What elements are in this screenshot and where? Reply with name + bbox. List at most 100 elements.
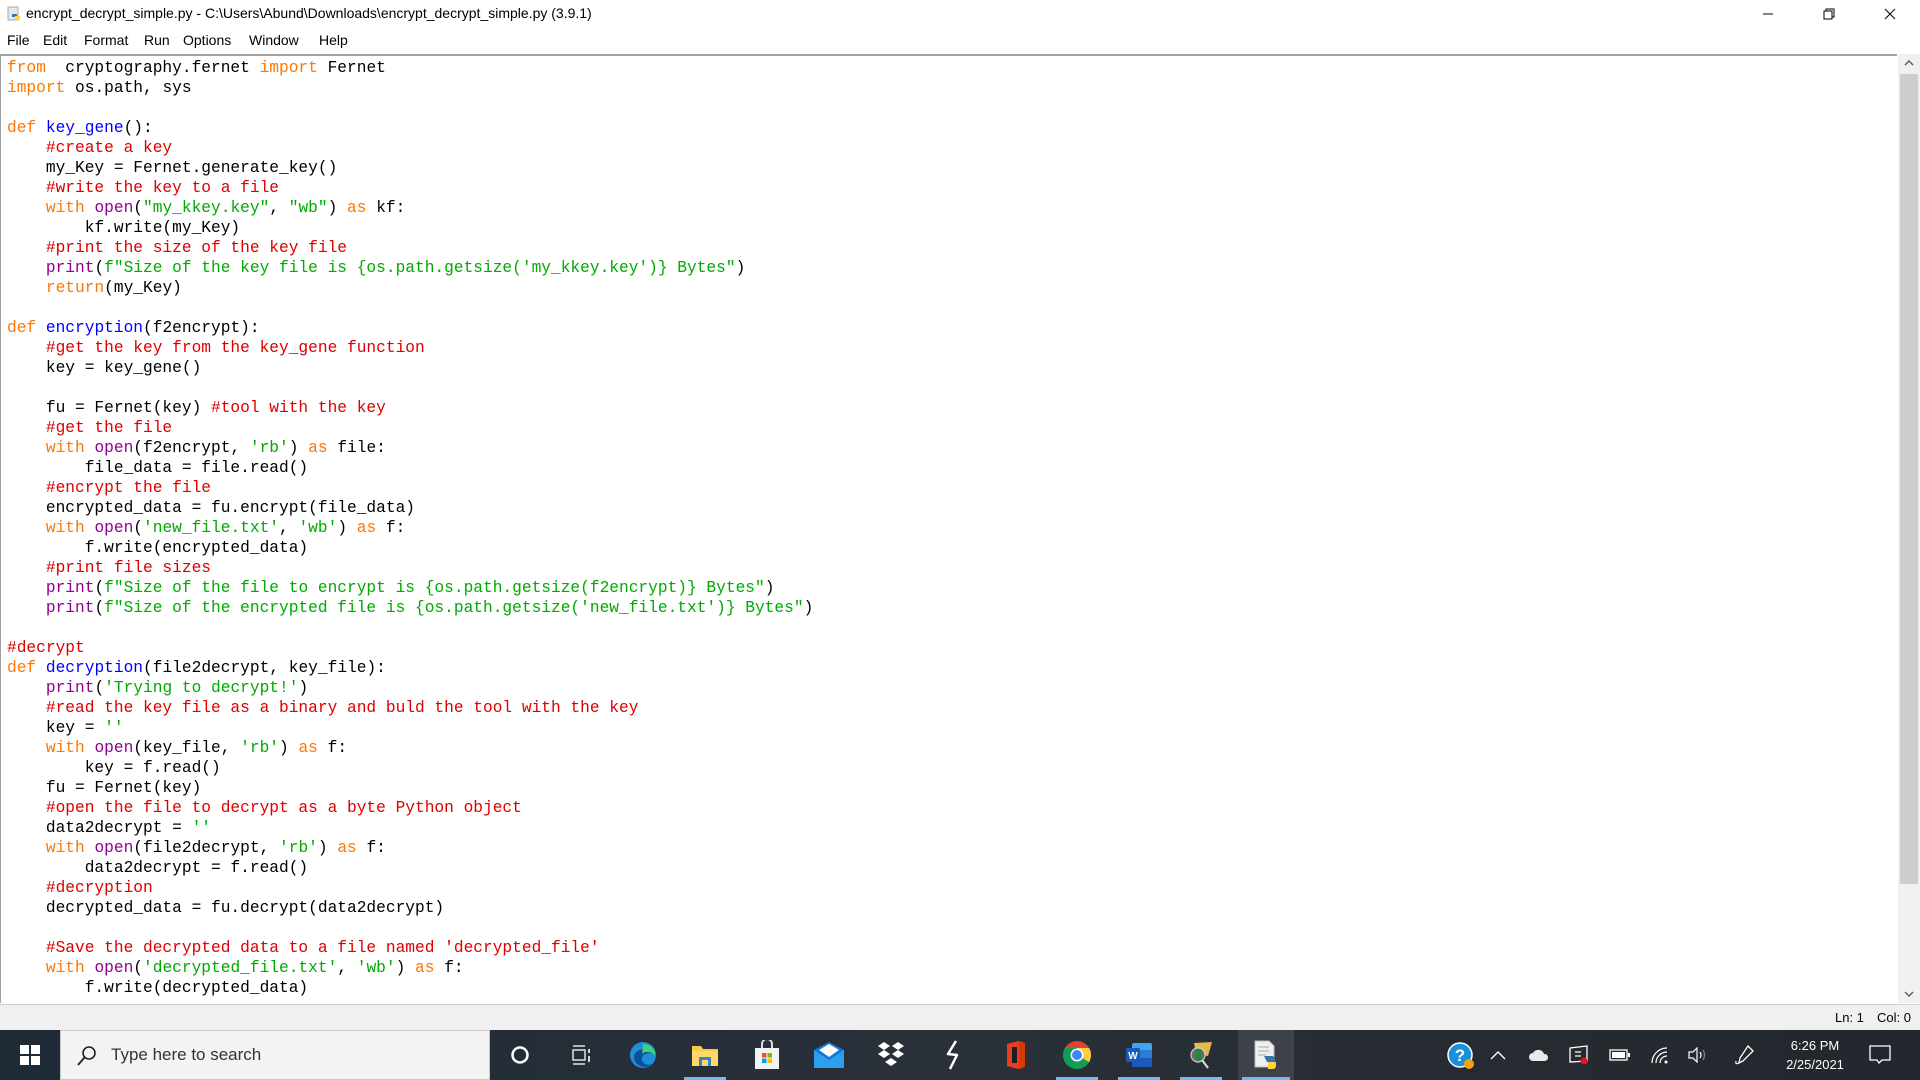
tray-battery[interactable] [1608,1043,1632,1067]
tray-display-sync[interactable] [1567,1043,1591,1067]
code-line[interactable]: #print file sizes [7,558,813,578]
taskbar-word[interactable]: W [1114,1030,1164,1080]
column-indicator: Col: 0 [1877,1010,1911,1025]
code-line[interactable]: key = '' [7,718,813,738]
code-line[interactable]: #print the size of the key file [7,238,813,258]
scroll-down-button[interactable] [1898,985,1920,1003]
taskbar-office[interactable] [990,1030,1040,1080]
taskbar-search-box[interactable]: Type here to search [60,1030,490,1080]
menu-window[interactable]: Window [249,32,299,48]
code-line[interactable] [7,98,813,118]
code-line[interactable] [7,918,813,938]
code-line[interactable]: with open(key_file, 'rb') as f: [7,738,813,758]
code-line[interactable]: my_Key = Fernet.generate_key() [7,158,813,178]
code-line[interactable]: with open("my_kkey.key", "wb") as kf: [7,198,813,218]
token-cm: #print file sizes [45,559,211,577]
code-line[interactable]: key = f.read() [7,758,813,778]
code-line[interactable]: f.write(encrypted_data) [7,538,813,558]
taskbar-file-explorer[interactable] [680,1030,730,1080]
close-button[interactable] [1867,0,1913,28]
taskbar-network-inspector[interactable] [1176,1030,1226,1080]
taskbar-mail[interactable] [804,1030,854,1080]
code-line[interactable]: encrypted_data = fu.encrypt(file_data) [7,498,813,518]
action-center-button[interactable] [1866,1043,1894,1067]
taskbar-edge[interactable] [618,1030,668,1080]
code-line[interactable]: #get the key from the key_gene function [7,338,813,358]
code-editor[interactable]: from cryptography.fernet import Fernet im… [0,54,1897,1003]
token-plain: f.write(encrypted_data) [7,539,309,557]
taskbar-s-app[interactable] [928,1030,978,1080]
code-line[interactable] [7,618,813,638]
tray-volume[interactable] [1686,1043,1710,1067]
menu-help[interactable]: Help [319,32,348,48]
restore-button[interactable] [1806,0,1852,28]
code-line[interactable]: with open('decrypted_file.txt', 'wb') as… [7,958,813,978]
taskbar-chrome[interactable] [1052,1030,1102,1080]
code-line[interactable]: #create a key [7,138,813,158]
code-line[interactable]: print('Trying to decrypt!') [7,678,813,698]
taskbar-microsoft-store[interactable] [742,1030,792,1080]
code-line[interactable]: decrypted_data = fu.decrypt(data2decrypt… [7,898,813,918]
taskbar-dropbox[interactable] [866,1030,916,1080]
minimize-button[interactable] [1745,0,1791,28]
code-line[interactable]: def encryption(f2encrypt): [7,318,813,338]
code-line[interactable]: import os.path, sys [7,78,813,98]
tray-wifi[interactable] [1648,1043,1672,1067]
scroll-up-button[interactable] [1898,54,1920,72]
code-line[interactable]: file_data = file.read() [7,458,813,478]
code-line[interactable]: data2decrypt = '' [7,818,813,838]
code-line[interactable]: def key_gene(): [7,118,813,138]
code-line[interactable]: data2decrypt = f.read() [7,858,813,878]
token-plain: Fernet [317,59,386,77]
tray-help[interactable]: ? [1447,1042,1475,1070]
system-clock[interactable]: 6:26 PM 2/25/2021 [1765,1036,1865,1074]
tray-show-hidden[interactable] [1486,1043,1510,1067]
start-button[interactable] [0,1030,60,1080]
token-kw: import [259,59,318,77]
code-line[interactable]: f.write(decrypted_data) [7,978,813,998]
code-line[interactable]: #get the file [7,418,813,438]
code-line[interactable]: with open(file2decrypt, 'rb') as f: [7,838,813,858]
svg-text:?: ? [1455,1046,1465,1065]
code-line[interactable]: #open the file to decrypt as a byte Pyth… [7,798,813,818]
menu-edit[interactable]: Edit [43,32,67,48]
token-def: key_gene [45,119,124,137]
menu-file[interactable]: File [7,32,30,48]
code-line[interactable]: def decryption(file2decrypt, key_file): [7,658,813,678]
code-line[interactable]: #encrypt the file [7,478,813,498]
code-line[interactable]: #decryption [7,878,813,898]
taskbar-task-view[interactable] [556,1030,606,1080]
tray-pen[interactable] [1733,1043,1757,1067]
taskbar-cortana[interactable] [495,1030,545,1080]
code-line[interactable]: #write the key to a file [7,178,813,198]
code-line[interactable]: with open('new_file.txt', 'wb') as f: [7,518,813,538]
code-line[interactable] [7,298,813,318]
code-line[interactable]: #Save the decrypted data to a file named… [7,938,813,958]
menu-format[interactable]: Format [84,32,128,48]
scrollbar-thumb[interactable] [1900,74,1918,884]
menu-options[interactable]: Options [183,32,231,48]
code-line[interactable]: fu = Fernet(key) #tool with the key [7,398,813,418]
code-line[interactable]: #read the key file as a binary and buld … [7,698,813,718]
code-line[interactable]: print(f"Size of the key file is {os.path… [7,258,813,278]
token-plain: decrypted_data = fu.decrypt(data2decrypt… [7,899,445,917]
code-line[interactable]: key = key_gene() [7,358,813,378]
code-line[interactable]: from cryptography.fernet import Fernet [7,58,813,78]
menu-run[interactable]: Run [144,32,170,48]
code-line[interactable]: print(f"Size of the file to encrypt is {… [7,578,813,598]
token-bi: open [94,739,134,757]
code-text[interactable]: from cryptography.fernet import Fernet im… [7,58,813,998]
code-line[interactable]: return(my_Key) [7,278,813,298]
vertical-scrollbar[interactable] [1898,54,1920,1003]
code-line[interactable]: kf.write(my_Key) [7,218,813,238]
code-line[interactable]: #decrypt [7,638,813,658]
taskbar-python-idle[interactable] [1238,1030,1294,1080]
tray-onedrive[interactable] [1527,1043,1551,1067]
cloud-icon [1529,1049,1549,1061]
code-line[interactable]: print(f"Size of the encrypted file is {o… [7,598,813,618]
code-line[interactable] [7,378,813,398]
code-line[interactable]: fu = Fernet(key) [7,778,813,798]
code-line[interactable]: with open(f2encrypt, 'rb') as file: [7,438,813,458]
